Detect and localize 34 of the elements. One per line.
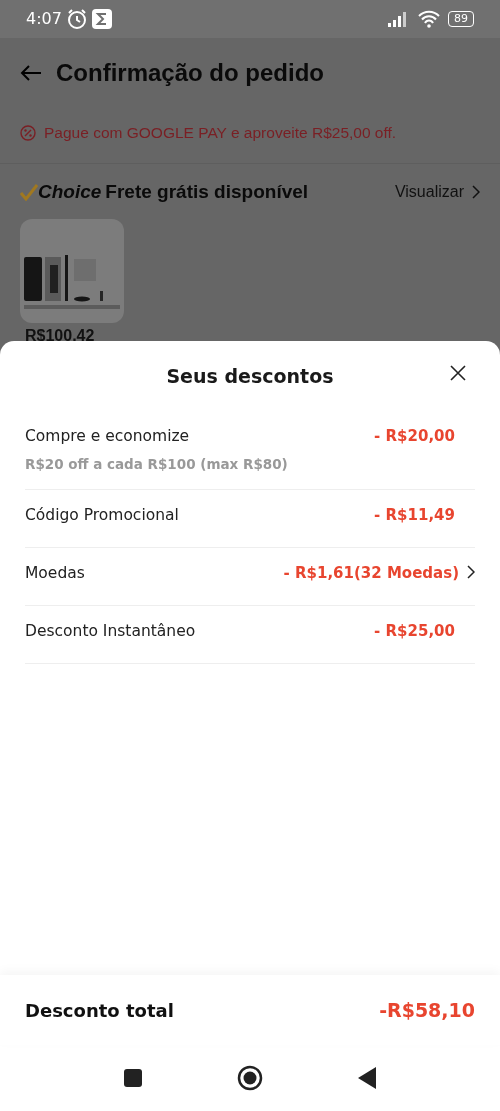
battery-level: 89 [448,11,474,27]
close-icon [450,365,466,381]
total-amount: -R$58,10 [379,997,475,1023]
promo-text: Pague com GOOGLE PAY e aproveite R$25,00 off. [44,123,397,144]
wifi-icon [418,10,440,28]
alarm-icon [65,8,88,30]
discount-amount: - R$11,49 [374,504,455,526]
clock-time: 4:07 [26,8,62,30]
product-price: R$100,42 [24,325,96,346]
sheet-title: Seus descontos [166,363,334,389]
view-link[interactable]: Visualizar [394,180,480,205]
chevron-right-icon [472,185,480,200]
home-icon[interactable] [237,1065,263,1091]
brand-label: Choice [38,180,102,204]
back-icon[interactable] [358,1067,376,1089]
back-arrow-icon [20,64,42,82]
discount-icon [20,125,36,141]
back-button[interactable] [20,64,42,82]
sigma-icon [91,9,112,29]
shipping-text: Frete grátis disponível [105,180,309,204]
discount-label: Moedas [25,562,85,584]
discount-amount: - R$25,00 [374,620,455,642]
close-button[interactable] [450,365,466,381]
chevron-right-icon[interactable] [467,564,475,579]
page-title: Confirmação do pedido [56,58,324,88]
total-label: Desconto total [25,998,174,1023]
discount-amount: - R$1,61(32 Moedas) [283,562,459,584]
recents-icon[interactable] [124,1069,142,1087]
discount-note: R$20 off a cada R$100 (max R$80) [25,455,288,475]
discount-amount: - R$20,00 [374,426,455,447]
discount-label: Compre e economize [25,426,191,447]
discount-label: Desconto Instantâneo [25,620,196,642]
discount-label: Código Promocional [25,504,179,526]
check-icon [20,183,38,202]
